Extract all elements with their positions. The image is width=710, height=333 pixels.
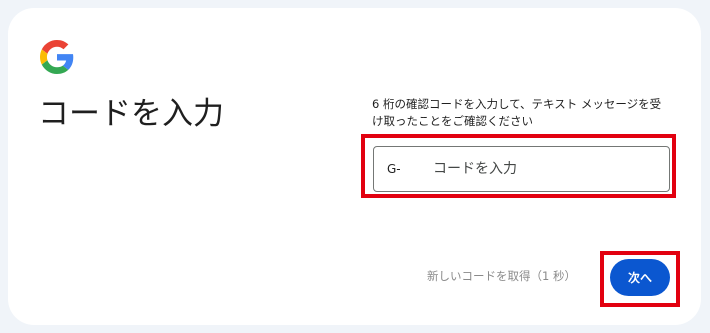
code-prefix: G- bbox=[387, 162, 401, 176]
verification-code-input[interactable] bbox=[433, 161, 653, 177]
page-title: コードを入力 bbox=[38, 96, 224, 132]
resend-code-link[interactable]: 新しいコードを取得（1 秒） bbox=[427, 268, 576, 284]
verification-code-field[interactable]: G- bbox=[373, 146, 670, 192]
instruction-text: 6 桁の確認コードを入力して、テキスト メッセージを受け取ったことをご確認くださ… bbox=[372, 97, 662, 128]
google-g-icon bbox=[40, 40, 74, 74]
next-button[interactable]: 次へ bbox=[610, 259, 670, 296]
